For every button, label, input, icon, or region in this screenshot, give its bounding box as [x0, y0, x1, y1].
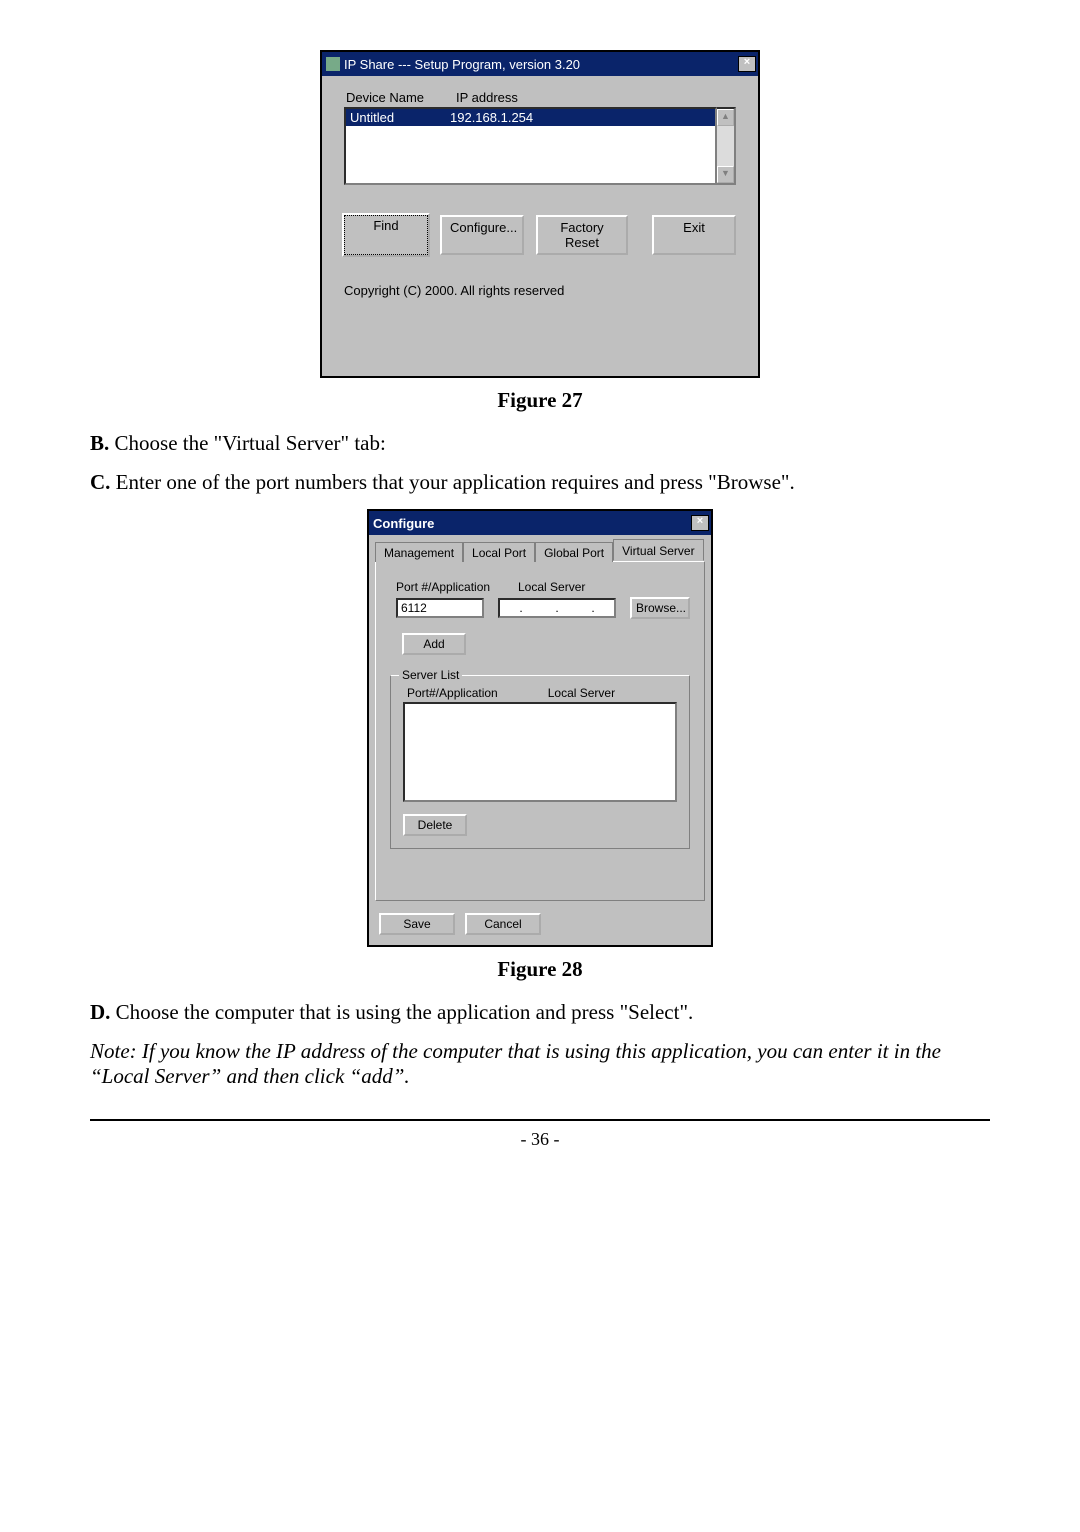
spacer — [344, 298, 736, 358]
exit-button[interactable]: Exit — [652, 215, 736, 255]
input-row: . . . Browse... — [390, 597, 690, 619]
find-button[interactable]: Find — [344, 215, 428, 255]
server-list-group: Server List Port#/Application Local Serv… — [390, 675, 690, 849]
scroll-up-icon[interactable]: ▲ — [717, 109, 734, 126]
close-icon[interactable]: × — [691, 515, 709, 531]
ipshare-window: IP Share --- Setup Program, version 3.20… — [320, 50, 760, 378]
sl-header-port: Port#/Application — [407, 686, 498, 700]
button-row: Find Configure... Factory Reset Exit — [344, 215, 736, 255]
list-item[interactable]: Untitled 192.168.1.254 — [346, 109, 715, 126]
paragraph-c: C. Enter one of the port numbers that yo… — [90, 470, 990, 495]
column-headers: Device Name IP address — [344, 90, 736, 107]
add-row: Add — [402, 633, 690, 655]
paragraph-d: D. Choose the computer that is using the… — [90, 1000, 990, 1025]
para-b-text: Choose the "Virtual Server" tab: — [109, 431, 386, 455]
tab-global-port[interactable]: Global Port — [535, 542, 613, 562]
copyright-text: Copyright (C) 2000. All rights reserved — [344, 283, 736, 298]
cell-device: Untitled — [350, 110, 450, 125]
para-d-letter: D. — [90, 1000, 110, 1024]
save-cancel-row: Save Cancel — [375, 913, 705, 935]
group-legend: Server List — [399, 668, 462, 682]
tab-management[interactable]: Management — [375, 542, 463, 562]
server-listbox[interactable] — [403, 702, 677, 802]
tabstrip: Management Local Port Global Port Virtua… — [375, 539, 705, 561]
tab-local-port[interactable]: Local Port — [463, 542, 535, 562]
cancel-button[interactable]: Cancel — [465, 913, 541, 935]
configure-button[interactable]: Configure... — [440, 215, 524, 255]
ip-dot: . — [591, 601, 594, 615]
device-listbox[interactable]: Untitled 192.168.1.254 — [344, 107, 717, 185]
ip-dot: . — [555, 601, 558, 615]
header-device: Device Name — [346, 90, 456, 105]
save-button[interactable]: Save — [379, 913, 455, 935]
window-body: Management Local Port Global Port Virtua… — [369, 535, 711, 945]
sl-header-local: Local Server — [548, 686, 615, 700]
para-c-letter: C. — [90, 470, 110, 494]
figure-28-caption: Figure 28 — [90, 957, 990, 982]
titlebar: Configure × — [369, 511, 711, 535]
scroll-down-icon[interactable]: ▼ — [717, 166, 734, 183]
configure-window: Configure × Management Local Port Global… — [367, 509, 713, 947]
add-button[interactable]: Add — [402, 633, 466, 655]
window-body: Device Name IP address Untitled 192.168.… — [322, 76, 758, 376]
server-list-headers: Port#/Application Local Server — [403, 684, 677, 702]
divider — [90, 1119, 990, 1121]
tab-virtual-server[interactable]: Virtual Server — [613, 539, 703, 561]
delete-row: Delete — [403, 814, 677, 836]
figure-27-caption: Figure 27 — [90, 388, 990, 413]
ip-dot: . — [519, 601, 522, 615]
page-number: - 36 - — [90, 1129, 990, 1150]
delete-button[interactable]: Delete — [403, 814, 467, 836]
app-icon — [326, 57, 340, 71]
port-input[interactable] — [396, 598, 484, 618]
scrollbar[interactable]: ▲ ▼ — [717, 107, 736, 185]
header-ip: IP address — [456, 90, 518, 105]
titlebar: IP Share --- Setup Program, version 3.20… — [322, 52, 758, 76]
figure-28: Configure × Management Local Port Global… — [90, 509, 990, 947]
window-title: IP Share --- Setup Program, version 3.20 — [344, 57, 738, 72]
local-server-ip-input[interactable]: . . . — [498, 598, 616, 618]
label-port: Port #/Application — [396, 580, 496, 594]
figure-27: IP Share --- Setup Program, version 3.20… — [90, 50, 990, 378]
device-list-row: Untitled 192.168.1.254 ▲ ▼ — [344, 107, 736, 185]
factory-reset-button[interactable]: Factory Reset — [536, 215, 628, 255]
para-d-text: Choose the computer that is using the ap… — [110, 1000, 693, 1024]
note-text: Note: If you know the IP address of the … — [90, 1039, 990, 1089]
close-icon[interactable]: × — [738, 56, 756, 72]
tab-panel: Port #/Application Local Server . . . Br… — [375, 561, 705, 901]
label-row: Port #/Application Local Server — [390, 580, 690, 594]
label-local-server: Local Server — [518, 580, 585, 594]
para-c-text: Enter one of the port numbers that your … — [110, 470, 794, 494]
cell-ip: 192.168.1.254 — [450, 110, 533, 125]
browse-button[interactable]: Browse... — [630, 597, 690, 619]
paragraph-b: B. Choose the "Virtual Server" tab: — [90, 431, 990, 456]
window-title: Configure — [373, 516, 691, 531]
para-b-letter: B. — [90, 431, 109, 455]
